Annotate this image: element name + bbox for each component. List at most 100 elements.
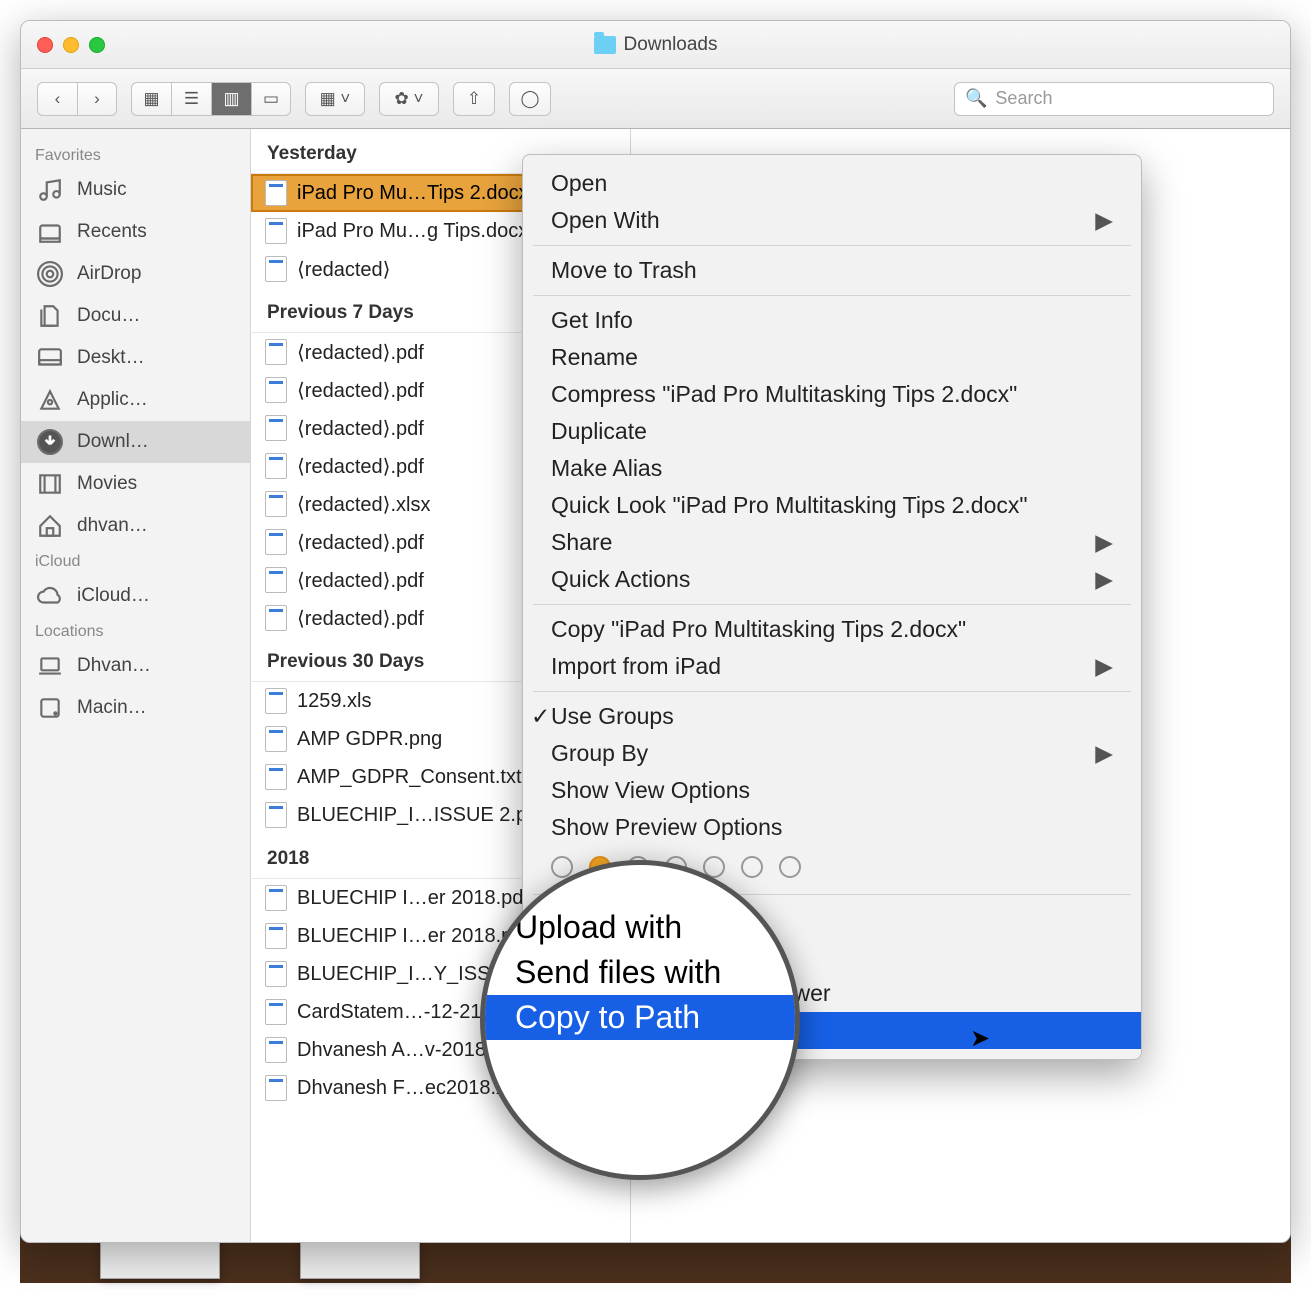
close-button[interactable] [37, 37, 53, 53]
check-icon: ✓ [531, 703, 550, 730]
menu-item[interactable]: Duplicate [523, 413, 1141, 450]
tag-circle[interactable] [551, 856, 573, 878]
window-title: Downloads [594, 34, 718, 56]
sidebar-item-label: dhvan… [77, 515, 148, 537]
menu-item[interactable]: Copy "iPad Pro Multitasking Tips 2.docx" [523, 611, 1141, 648]
file-icon [265, 180, 287, 206]
arrange-button[interactable]: ▦ ˅ [305, 82, 365, 116]
mouse-cursor-icon: ➤ [970, 1024, 990, 1053]
file-icon [265, 529, 287, 555]
maximize-button[interactable] [89, 37, 105, 53]
back-button[interactable]: ‹ [37, 82, 77, 116]
menu-item[interactable]: Share▶ [523, 524, 1141, 561]
file-icon [265, 1075, 287, 1101]
sidebar-section-label: Favorites [21, 141, 250, 169]
file-name: ⟨redacted⟩ [297, 257, 390, 282]
magnified-menu-item: Copy to Path [485, 995, 795, 1040]
sidebar-item-desktop[interactable]: Deskt… [21, 337, 250, 379]
tags-button[interactable]: ◯ [509, 82, 551, 116]
menu-item[interactable]: Make Alias [523, 450, 1141, 487]
list-view-button[interactable]: ☰ [171, 82, 211, 116]
sidebar-item-icloud[interactable]: iCloud… [21, 575, 250, 617]
file-icon [265, 377, 287, 403]
sidebar-item-documents[interactable]: Docu… [21, 295, 250, 337]
downloads-icon [35, 429, 65, 455]
tag-circle[interactable] [779, 856, 801, 878]
menu-separator [533, 245, 1131, 246]
menu-item[interactable]: Open With▶ [523, 202, 1141, 239]
search-field[interactable]: 🔍 Search [954, 82, 1274, 116]
menu-separator [533, 691, 1131, 692]
sidebar-item-label: Applic… [77, 389, 148, 411]
share-button[interactable]: ⇧ [453, 82, 495, 116]
sidebar-item-airdrop[interactable]: AirDrop [21, 253, 250, 295]
menu-item[interactable]: Import from iPad▶ [523, 648, 1141, 685]
menu-item-label: Use Groups [551, 703, 674, 730]
column-view-button[interactable]: ▥ [211, 82, 251, 116]
menu-item[interactable]: Show View Options [523, 772, 1141, 809]
sidebar-item-label: Deskt… [77, 347, 145, 369]
sidebar-item-label: Docu… [77, 305, 140, 327]
sidebar-item-applications[interactable]: Applic… [21, 379, 250, 421]
sidebar-item-label: Dhvan… [77, 655, 151, 677]
search-icon: 🔍 [965, 88, 987, 109]
sidebar-item-label: Macin… [77, 697, 147, 719]
sidebar-item-downloads[interactable]: Downl… [21, 421, 250, 463]
sidebar-item-recents[interactable]: Recents [21, 211, 250, 253]
folder-icon [594, 36, 616, 54]
menu-item-label: Move to Trash [551, 257, 697, 284]
menu-item[interactable]: ✓Use Groups [523, 698, 1141, 735]
file-icon [265, 885, 287, 911]
menu-item[interactable]: Compress "iPad Pro Multitasking Tips 2.d… [523, 376, 1141, 413]
file-icon [265, 605, 287, 631]
sidebar-item-laptop[interactable]: Dhvan… [21, 645, 250, 687]
magnifier-overlay: Upload withSend files withCopy to Path [480, 860, 800, 1180]
menu-item[interactable]: Rename [523, 339, 1141, 376]
action-button[interactable]: ✿ ˅ [379, 82, 439, 116]
menu-separator [533, 604, 1131, 605]
menu-item[interactable]: Quick Look "iPad Pro Multitasking Tips 2… [523, 487, 1141, 524]
menu-item-label: Quick Look "iPad Pro Multitasking Tips 2… [551, 492, 1028, 519]
file-icon [265, 256, 287, 282]
file-icon [265, 802, 287, 828]
sidebar-item-home[interactable]: dhvan… [21, 505, 250, 547]
tag-circle[interactable] [741, 856, 763, 878]
toolbar: ‹ › ▦ ☰ ▥ ▭ ▦ ˅ ✿ ˅ ⇧ ◯ 🔍 Search [21, 69, 1290, 129]
sidebar-item-music[interactable]: Music [21, 169, 250, 211]
magnified-menu-item: Send files with [485, 950, 795, 995]
sidebar-item-disk[interactable]: Macin… [21, 687, 250, 729]
minimize-button[interactable] [63, 37, 79, 53]
sidebar-item-movies[interactable]: Movies [21, 463, 250, 505]
menu-item-label: Open With [551, 207, 660, 234]
menu-item[interactable]: Quick Actions▶ [523, 561, 1141, 598]
title-text: Downloads [624, 34, 718, 56]
gallery-view-button[interactable]: ▭ [251, 82, 291, 116]
sidebar-section-label: Locations [21, 617, 250, 645]
file-icon [265, 453, 287, 479]
menu-item[interactable]: Group By▶ [523, 735, 1141, 772]
file-name: Dhvanesh F…ec2018.xls [297, 1077, 520, 1100]
forward-button[interactable]: › [77, 82, 117, 116]
menu-item[interactable]: Move to Trash [523, 252, 1141, 289]
menu-item-label: Show Preview Options [551, 814, 782, 841]
file-name: ⟨redacted⟩.pdf [297, 416, 424, 441]
sidebar: FavoritesMusicRecents AirDrop Docu… Deskt… A… [21, 129, 251, 1242]
submenu-arrow-icon: ▶ [1095, 529, 1113, 556]
menu-item[interactable]: Open [523, 165, 1141, 202]
file-icon [265, 726, 287, 752]
file-icon [265, 1037, 287, 1063]
file-icon [265, 567, 287, 593]
disk-icon [35, 695, 65, 721]
menu-item[interactable]: Get Info [523, 302, 1141, 339]
recents-icon [35, 219, 65, 245]
menu-item-label: Rename [551, 344, 638, 371]
file-name: iPad Pro Mu…g Tips.docx [297, 220, 528, 243]
icloud-icon [35, 583, 65, 609]
sidebar-item-label: AirDrop [77, 263, 141, 285]
movies-icon [35, 471, 65, 497]
menu-item-label: Group By [551, 740, 648, 767]
sidebar-item-label: Movies [77, 473, 137, 495]
menu-item-label: Copy "iPad Pro Multitasking Tips 2.docx" [551, 616, 966, 643]
menu-item[interactable]: Show Preview Options [523, 809, 1141, 846]
icon-view-button[interactable]: ▦ [131, 82, 171, 116]
